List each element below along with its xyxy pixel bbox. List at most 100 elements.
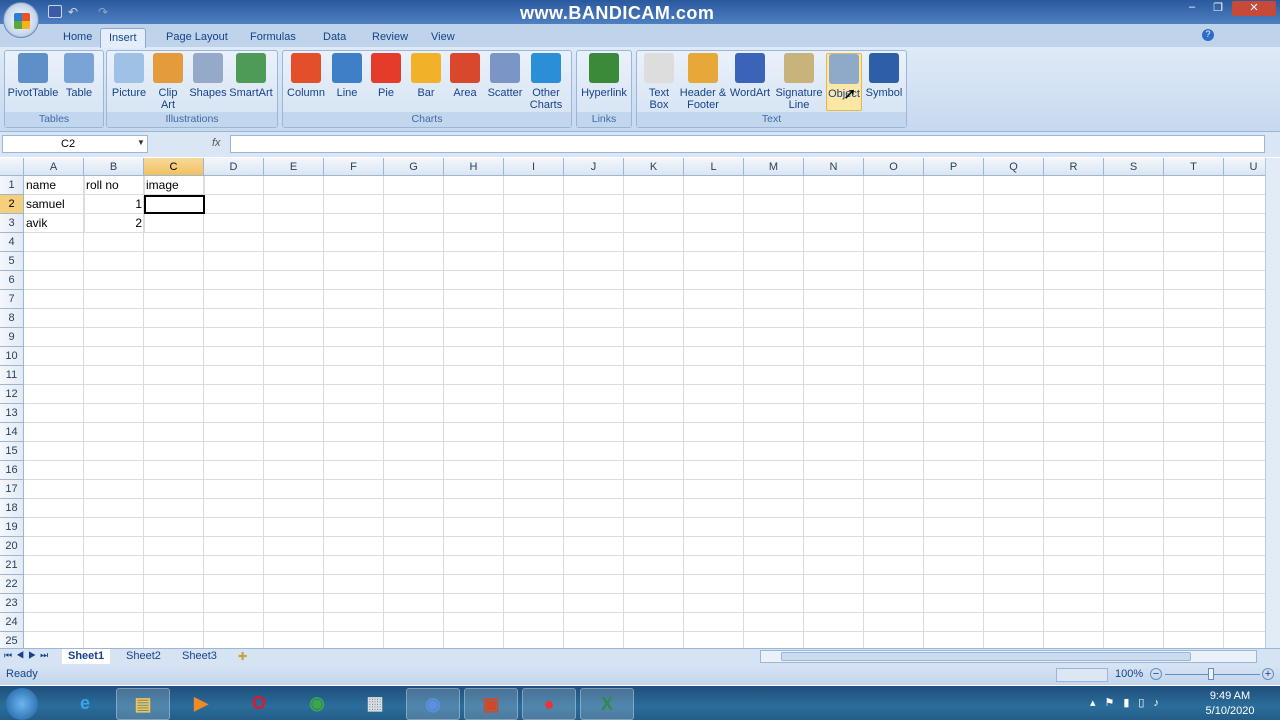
horizontal-scrollbar[interactable] bbox=[760, 650, 1257, 663]
column-header-C[interactable]: C bbox=[144, 158, 204, 176]
column-header-E[interactable]: E bbox=[264, 158, 324, 176]
row-header-2[interactable]: 2 bbox=[0, 195, 24, 214]
smartart-button[interactable]: SmartArt bbox=[228, 53, 274, 111]
wordart-button[interactable]: WordArt bbox=[728, 53, 772, 111]
column-header-L[interactable]: L bbox=[684, 158, 744, 176]
column-header-M[interactable]: M bbox=[744, 158, 804, 176]
office-button[interactable] bbox=[3, 2, 39, 38]
column-header-P[interactable]: P bbox=[924, 158, 984, 176]
sheet-tab-sheet3[interactable]: Sheet3 bbox=[176, 649, 223, 664]
row-header-16[interactable]: 16 bbox=[0, 461, 24, 480]
other-charts-button[interactable]: Other Charts bbox=[524, 53, 568, 111]
taskbar-excel-icon[interactable]: X bbox=[580, 688, 634, 720]
tab-page-layout[interactable]: Page Layout bbox=[158, 28, 236, 48]
chevron-down-icon[interactable]: ▼ bbox=[137, 138, 145, 147]
row-header-18[interactable]: 18 bbox=[0, 499, 24, 518]
row-header-4[interactable]: 4 bbox=[0, 233, 24, 252]
undo-icon[interactable]: ↶ bbox=[68, 5, 82, 19]
area-button[interactable]: Area bbox=[448, 53, 482, 111]
cell-C1[interactable]: image bbox=[144, 176, 205, 195]
row-header-11[interactable]: 11 bbox=[0, 366, 24, 385]
minimize-button[interactable]: – bbox=[1180, 1, 1204, 16]
signature-line-button[interactable]: Signature Line bbox=[772, 53, 826, 111]
clip-art-button[interactable]: Clip Art bbox=[152, 53, 184, 111]
row-header-24[interactable]: 24 bbox=[0, 613, 24, 632]
cell-A1[interactable]: name bbox=[24, 176, 85, 195]
tab-insert[interactable]: Insert bbox=[100, 28, 146, 48]
hyperlink-button[interactable]: Hyperlink bbox=[578, 53, 630, 111]
row-header-1[interactable]: 1 bbox=[0, 176, 24, 195]
picture-button[interactable]: Picture bbox=[110, 53, 148, 111]
row-header-7[interactable]: 7 bbox=[0, 290, 24, 309]
row-header-21[interactable]: 21 bbox=[0, 556, 24, 575]
taskbar-file-explorer-icon[interactable]: ▤ bbox=[116, 688, 170, 720]
sheet-tab-sheet1[interactable]: Sheet1 bbox=[62, 649, 111, 664]
pivottable-button[interactable]: PivotTable bbox=[6, 53, 60, 111]
scatter-button[interactable]: Scatter bbox=[486, 53, 524, 111]
column-header-J[interactable]: J bbox=[564, 158, 624, 176]
taskbar-document-app-icon[interactable]: ▦ bbox=[348, 688, 402, 720]
sheet-navigation-buttons[interactable]: ⏮◀▶⏭ bbox=[4, 650, 52, 661]
system-tray-icons[interactable]: ▴⚑▮▯♪ bbox=[1090, 696, 1168, 709]
column-header-A[interactable]: A bbox=[24, 158, 84, 176]
column-header-R[interactable]: R bbox=[1044, 158, 1104, 176]
cell-A3[interactable]: avik bbox=[24, 214, 85, 233]
column-button[interactable]: Column bbox=[284, 53, 328, 111]
name-box[interactable]: C2 bbox=[2, 135, 148, 153]
row-header-14[interactable]: 14 bbox=[0, 423, 24, 442]
column-header-O[interactable]: O bbox=[864, 158, 924, 176]
taskbar-chromium-icon[interactable]: ◉ bbox=[406, 688, 460, 720]
select-all-button[interactable] bbox=[0, 158, 24, 176]
column-header-F[interactable]: F bbox=[324, 158, 384, 176]
start-button[interactable] bbox=[6, 688, 38, 720]
taskbar-opera-icon[interactable]: O bbox=[232, 688, 286, 720]
column-header-S[interactable]: S bbox=[1104, 158, 1164, 176]
row-header-17[interactable]: 17 bbox=[0, 480, 24, 499]
column-header-I[interactable]: I bbox=[504, 158, 564, 176]
column-header-T[interactable]: T bbox=[1164, 158, 1224, 176]
column-header-B[interactable]: B bbox=[84, 158, 144, 176]
column-header-N[interactable]: N bbox=[804, 158, 864, 176]
row-header-5[interactable]: 5 bbox=[0, 252, 24, 271]
save-icon[interactable] bbox=[48, 5, 62, 18]
shapes-button[interactable]: Shapes bbox=[188, 53, 228, 111]
column-header-D[interactable]: D bbox=[204, 158, 264, 176]
view-buttons[interactable] bbox=[1056, 668, 1108, 682]
cell-B2[interactable]: 1 bbox=[84, 195, 145, 214]
pie-button[interactable]: Pie bbox=[368, 53, 404, 111]
header-footer-button[interactable]: Header & Footer bbox=[678, 53, 728, 111]
row-header-22[interactable]: 22 bbox=[0, 575, 24, 594]
help-icon[interactable]: ? bbox=[1202, 29, 1214, 41]
tab-formulas[interactable]: Formulas bbox=[242, 28, 304, 48]
row-header-6[interactable]: 6 bbox=[0, 271, 24, 290]
taskbar-powerpoint-icon[interactable]: ▣ bbox=[464, 688, 518, 720]
column-header-K[interactable]: K bbox=[624, 158, 684, 176]
row-header-3[interactable]: 3 bbox=[0, 214, 24, 233]
restore-button[interactable]: ❐ bbox=[1206, 1, 1230, 16]
cell-B3[interactable]: 2 bbox=[84, 214, 145, 233]
row-header-20[interactable]: 20 bbox=[0, 537, 24, 556]
cell-A2[interactable]: samuel bbox=[24, 195, 85, 214]
close-button[interactable]: ✕ bbox=[1232, 1, 1276, 16]
scroll-thumb[interactable] bbox=[781, 652, 1191, 661]
cell-C2[interactable] bbox=[144, 195, 205, 214]
insert-function-button[interactable]: fx bbox=[212, 137, 221, 149]
symbol-button[interactable]: Symbol bbox=[864, 53, 904, 111]
tab-data[interactable]: Data bbox=[315, 28, 354, 48]
zoom-in-icon[interactable]: + bbox=[1262, 668, 1274, 680]
row-header-8[interactable]: 8 bbox=[0, 309, 24, 328]
tab-view[interactable]: View bbox=[423, 28, 463, 48]
cell-B1[interactable]: roll no bbox=[84, 176, 145, 195]
row-header-23[interactable]: 23 bbox=[0, 594, 24, 613]
column-header-Q[interactable]: Q bbox=[984, 158, 1044, 176]
zoom-out-icon[interactable]: − bbox=[1150, 668, 1162, 680]
line-button[interactable]: Line bbox=[330, 53, 364, 111]
redo-icon[interactable]: ↷ bbox=[98, 5, 112, 19]
row-header-19[interactable]: 19 bbox=[0, 518, 24, 537]
row-header-13[interactable]: 13 bbox=[0, 404, 24, 423]
taskbar-chrome-icon[interactable]: ◉ bbox=[290, 688, 344, 720]
bar-button[interactable]: Bar bbox=[408, 53, 444, 111]
tab-home[interactable]: Home bbox=[55, 28, 100, 48]
zoom-slider-handle[interactable] bbox=[1208, 668, 1214, 680]
taskbar-media-player-icon[interactable]: ▶ bbox=[174, 688, 228, 720]
